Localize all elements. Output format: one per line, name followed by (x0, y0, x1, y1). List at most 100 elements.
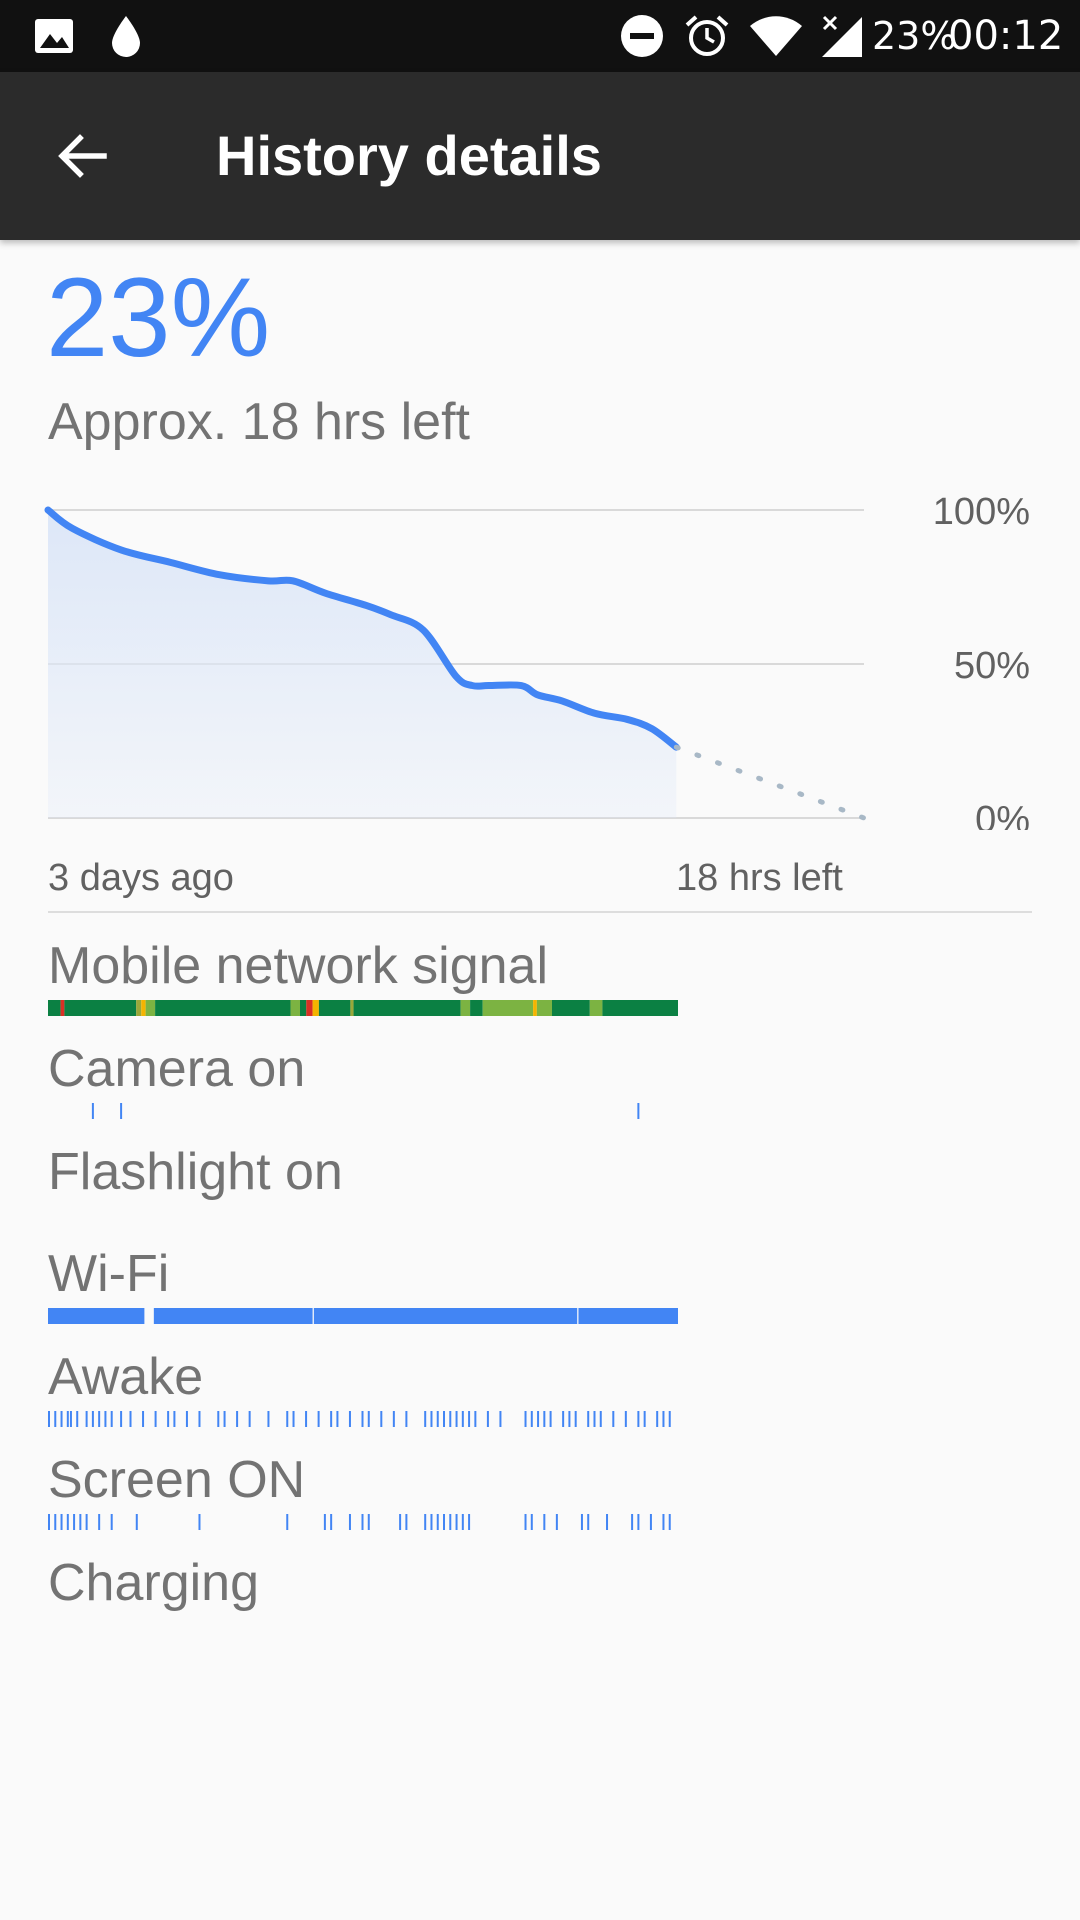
event-tick (129, 1411, 132, 1427)
arrow-back-icon (58, 134, 107, 178)
event-tick (110, 1514, 113, 1530)
signal-segment (48, 1000, 61, 1016)
event-tick (606, 1514, 609, 1530)
history-label-mobile-signal: Mobile network signal (48, 937, 549, 995)
event-tick (336, 1411, 339, 1427)
event-tick (574, 1411, 577, 1427)
history-label-flashlight: Flashlight on (48, 1143, 343, 1201)
event-tick (405, 1411, 408, 1427)
signal-segment (602, 1000, 678, 1016)
signal-segment (312, 1000, 319, 1016)
signal-segment (589, 1000, 603, 1016)
signal-segment (533, 1000, 537, 1016)
event-tick (91, 1411, 94, 1427)
divider (48, 911, 1032, 913)
event-tick (198, 1411, 201, 1427)
event-tick (104, 1411, 107, 1427)
event-tick (637, 1514, 640, 1530)
event-tick (624, 1411, 627, 1427)
app-bar: History details (0, 72, 1080, 240)
event-tick (424, 1411, 427, 1427)
y-tick-label: 100% (933, 491, 1030, 533)
event-tick (348, 1514, 351, 1530)
event-tick (60, 1411, 63, 1427)
event-tick (120, 1103, 123, 1119)
signal-segment (470, 1000, 483, 1016)
event-tick (449, 1514, 452, 1530)
y-tick-label: 0% (975, 799, 1030, 830)
signal-segment (300, 1000, 307, 1016)
alarm-icon (682, 0, 732, 72)
signal-segment (318, 1000, 351, 1016)
event-tick (530, 1411, 533, 1427)
signal-segment (353, 1000, 461, 1016)
event-tick (580, 1514, 583, 1530)
event-tick (499, 1411, 502, 1427)
event-tick (48, 1514, 50, 1530)
event-tick (73, 1514, 76, 1530)
event-tick (361, 1411, 364, 1427)
event-tick (568, 1411, 571, 1427)
event-tick (436, 1411, 439, 1427)
event-tick (110, 1411, 113, 1427)
signal-segment (60, 1000, 65, 1016)
event-tick (54, 1411, 57, 1427)
history-label-camera: Camera on (48, 1040, 306, 1098)
status-bar: 23% 00:12 (0, 0, 1080, 72)
event-tick (543, 1514, 546, 1530)
event-tick (286, 1514, 289, 1530)
event-tick (461, 1514, 464, 1530)
signal-segment (306, 1000, 313, 1016)
signal-segment (552, 1000, 590, 1016)
wifi-segment (313, 1308, 578, 1324)
battery-percent-status: 23% (872, 14, 957, 58)
wifi-segment (153, 1308, 313, 1324)
time-remaining: Approx. 18 hrs left (48, 393, 470, 451)
signal-segment (536, 1000, 552, 1016)
event-tick (637, 1411, 640, 1427)
event-tick (323, 1514, 326, 1530)
event-tick (649, 1514, 652, 1530)
back-button[interactable] (34, 108, 130, 204)
event-tick (530, 1514, 533, 1530)
mobile-signal-track (48, 1000, 678, 1016)
event-tick (524, 1514, 527, 1530)
do-not-disturb-icon (618, 0, 666, 72)
event-tick (292, 1411, 295, 1427)
signal-segment (482, 1000, 534, 1016)
clock: 00:12 (948, 13, 1064, 59)
event-tick (236, 1411, 239, 1427)
event-tick (85, 1514, 88, 1530)
wifi-segment (48, 1308, 145, 1324)
event-tick (167, 1411, 170, 1427)
event-tick (424, 1514, 427, 1530)
event-tick (656, 1411, 659, 1427)
event-tick (79, 1514, 82, 1530)
event-tick (198, 1514, 201, 1530)
event-tick (486, 1411, 489, 1427)
event-tick (317, 1411, 320, 1427)
signal-segment (290, 1000, 300, 1016)
signal-segment (145, 1000, 156, 1016)
event-tick (185, 1411, 188, 1427)
signal-segment (64, 1000, 137, 1016)
event-tick (524, 1411, 527, 1427)
event-tick (66, 1411, 69, 1427)
event-tick (631, 1514, 634, 1530)
event-tick (555, 1514, 558, 1530)
event-tick (455, 1514, 458, 1530)
event-tick (461, 1411, 464, 1427)
signal-segment (350, 1000, 354, 1016)
event-tick (392, 1411, 395, 1427)
awake-track (48, 1411, 678, 1427)
event-tick (455, 1411, 458, 1427)
event-tick (593, 1411, 596, 1427)
y-tick-label: 50% (954, 645, 1030, 687)
event-tick (468, 1411, 471, 1427)
event-tick (468, 1514, 471, 1530)
event-tick (305, 1411, 308, 1427)
wifi-icon (748, 0, 804, 72)
event-tick (637, 1103, 640, 1119)
wifi-segment (578, 1308, 678, 1324)
event-tick (154, 1411, 157, 1427)
